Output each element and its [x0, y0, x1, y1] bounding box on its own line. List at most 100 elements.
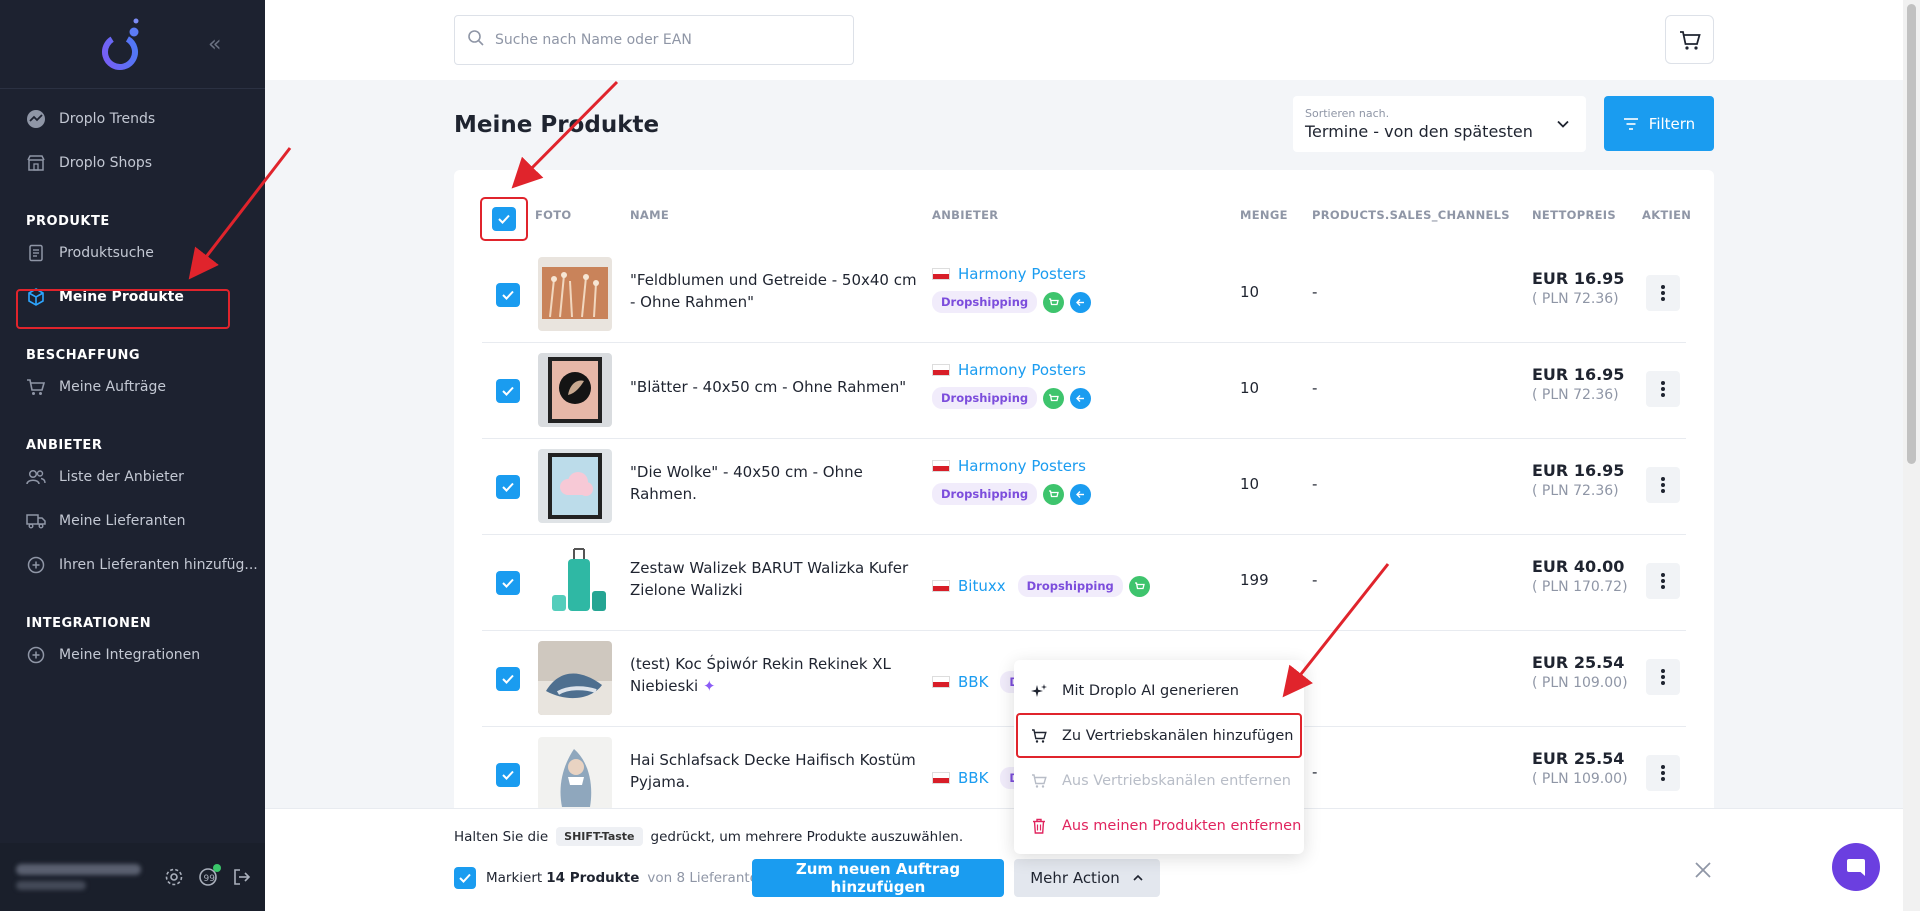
bulk-select-checkbox[interactable]	[454, 867, 476, 889]
net-price: EUR 25.54 ( PLN 109.00)	[1532, 749, 1628, 787]
user-name-blurred	[16, 864, 141, 875]
row-checkbox[interactable]	[496, 283, 520, 307]
sidebar-item-meine-auftraege[interactable]: Meine Aufträge	[0, 365, 265, 409]
chevron-down-icon	[1556, 116, 1570, 135]
column-header-aktien: AKTIEN	[1642, 208, 1692, 222]
sidebar-item-droplo-shops[interactable]: Droplo Shops	[0, 141, 265, 185]
vendor-link[interactable]: BBK	[958, 769, 988, 787]
menu-item-label: Mit Droplo AI generieren	[1062, 682, 1239, 699]
plus-circle-icon	[26, 645, 46, 665]
row-actions-button[interactable]	[1646, 275, 1680, 311]
product-photo-cloud[interactable]	[538, 449, 612, 523]
check-icon	[502, 674, 514, 684]
sidebar-item-label: Liste der Anbieter	[59, 469, 184, 485]
select-all-checkbox[interactable]	[492, 207, 516, 231]
trash-icon	[1030, 817, 1048, 835]
search-input[interactable]	[495, 32, 835, 48]
menu-item-remove-from-my-products[interactable]: Aus meinen Produkten entfernen	[1014, 803, 1304, 848]
settings-gear-icon[interactable]	[163, 866, 185, 888]
poland-flag-icon	[932, 268, 950, 280]
product-photo-shark-blanket[interactable]	[538, 641, 612, 715]
product-name: Zestaw Walizek BARUT Walizka Kufer Zielo…	[630, 559, 909, 599]
net-price: EUR 40.00 ( PLN 170.72)	[1532, 557, 1628, 595]
quantity: 10	[1240, 379, 1260, 397]
row-actions-button[interactable]	[1646, 755, 1680, 791]
arrow-left-badge-icon	[1070, 483, 1092, 505]
kebab-menu-icon	[1661, 285, 1665, 301]
more-action-button[interactable]: Mehr Action	[1014, 859, 1160, 897]
filter-label: Filtern	[1648, 114, 1696, 133]
sidebar-item-meine-integrationen[interactable]: Meine Integrationen	[0, 633, 265, 677]
product-photo-wildflowers[interactable]	[538, 257, 612, 331]
table-row[interactable]: Zestaw Walizek BARUT Walizka Kufer Zielo…	[482, 535, 1686, 631]
table-row[interactable]: "Feldblumen und Getreide - 50x40 cm - Oh…	[482, 247, 1686, 343]
marked-vendors: von 8 Lieferanten	[647, 870, 767, 886]
row-checkbox[interactable]	[496, 763, 520, 787]
sidebar-footer: 99	[0, 843, 265, 911]
row-actions-button[interactable]	[1646, 659, 1680, 695]
vendor-cell: Harmony Posters Dropshipping	[932, 361, 1092, 409]
collapse-sidebar-icon[interactable]: «	[208, 32, 221, 57]
row-checkbox[interactable]	[496, 571, 520, 595]
kebab-menu-icon	[1661, 477, 1665, 493]
row-actions-button[interactable]	[1646, 371, 1680, 407]
check-icon	[502, 482, 514, 492]
sidebar-item-label: Droplo Trends	[59, 111, 156, 127]
sidebar-item-droplo-trends[interactable]: Droplo Trends	[0, 97, 265, 141]
sales-channels: -	[1312, 571, 1318, 589]
vendor-link[interactable]: Harmony Posters	[958, 265, 1086, 283]
sidebar-item-label: Produktsuche	[59, 245, 154, 261]
row-checkbox[interactable]	[496, 475, 520, 499]
more-action-label: Mehr Action	[1030, 869, 1120, 887]
close-bar-icon[interactable]	[1688, 855, 1718, 885]
logout-icon[interactable]	[231, 866, 253, 888]
search-box[interactable]	[454, 15, 854, 65]
cart-button[interactable]	[1665, 15, 1714, 64]
menu-item-add-to-sales-channels[interactable]: Zu Vertriebskanälen hinzufügen	[1016, 713, 1302, 758]
annotation-box-meine-produkte	[16, 289, 230, 329]
sales-channels: -	[1312, 475, 1318, 493]
product-photo-leaves[interactable]	[538, 353, 612, 427]
table-row[interactable]: "Die Wolke" - 40x50 cm - Ohne Rahmen. Ha…	[482, 439, 1686, 535]
table-header: FOTO NAME ANBIETER MENGE PRODUCTS.SALES_…	[454, 170, 1714, 245]
vendor-link[interactable]: Bituxx	[958, 577, 1006, 595]
net-price: EUR 25.54 ( PLN 109.00)	[1532, 653, 1628, 691]
menu-item-generate-ai[interactable]: Mit Droplo AI generieren	[1014, 668, 1304, 713]
sidebar-item-ihren-lieferanten-hinzufuegen[interactable]: Ihren Lieferanten hinzufüg...	[0, 543, 265, 587]
price-pln: ( PLN 109.00)	[1532, 675, 1628, 691]
column-header-name: NAME	[630, 208, 670, 222]
product-name: "Die Wolke" - 40x50 cm - Ohne Rahmen.	[630, 463, 863, 503]
row-checkbox[interactable]	[496, 667, 520, 691]
row-actions-button[interactable]	[1646, 467, 1680, 503]
hint-text-pre: Halten Sie die	[454, 828, 549, 845]
top-bar	[265, 0, 1903, 80]
price-pln: ( PLN 72.36)	[1532, 483, 1619, 499]
users-icon	[26, 467, 46, 487]
sidebar-item-produktsuche[interactable]: Produktsuche	[0, 231, 265, 275]
product-photo-suitcases[interactable]	[538, 545, 612, 619]
table-row[interactable]: "Blätter - 40x50 cm - Ohne Rahmen" Harmo…	[482, 343, 1686, 439]
droplo-logo-icon[interactable]	[98, 18, 146, 74]
page-scrollbar[interactable]	[1903, 0, 1920, 911]
sort-select[interactable]: Sortieren nach. Termine - von den spätes…	[1293, 96, 1586, 152]
add-to-new-order-button[interactable]: Zum neuen Auftrag hinzufügen	[752, 859, 1004, 897]
chat-quote-icon[interactable]: 99	[197, 864, 221, 888]
sidebar: « Droplo Trends Droplo Shops PRODUKTE Pr…	[0, 0, 265, 911]
selection-summary: Markiert 14 Produkte von 8 Lieferanten	[454, 867, 767, 889]
vendor-link[interactable]: Harmony Posters	[958, 361, 1086, 379]
row-actions-button[interactable]	[1646, 563, 1680, 599]
sidebar-item-liste-der-anbieter[interactable]: Liste der Anbieter	[0, 455, 265, 499]
vendor-link[interactable]: BBK	[958, 673, 988, 691]
scrollbar-thumb[interactable]	[1907, 4, 1916, 464]
price-eur: EUR 40.00	[1532, 557, 1625, 576]
vendor-link[interactable]: Harmony Posters	[958, 457, 1086, 475]
filter-button[interactable]: Filtern	[1604, 96, 1714, 151]
support-chat-button[interactable]	[1832, 843, 1880, 891]
dropshipping-badge: Dropshipping	[932, 483, 1038, 505]
sidebar-item-meine-lieferanten[interactable]: Meine Lieferanten	[0, 499, 265, 543]
user-account-blurred[interactable]	[16, 864, 163, 890]
product-photo-shark-costume[interactable]	[538, 737, 612, 811]
menu-item-remove-from-sales-channels[interactable]: Aus Vertriebskanälen entfernen	[1014, 758, 1304, 803]
product-name: "Blätter - 40x50 cm - Ohne Rahmen"	[630, 378, 907, 396]
row-checkbox[interactable]	[496, 379, 520, 403]
